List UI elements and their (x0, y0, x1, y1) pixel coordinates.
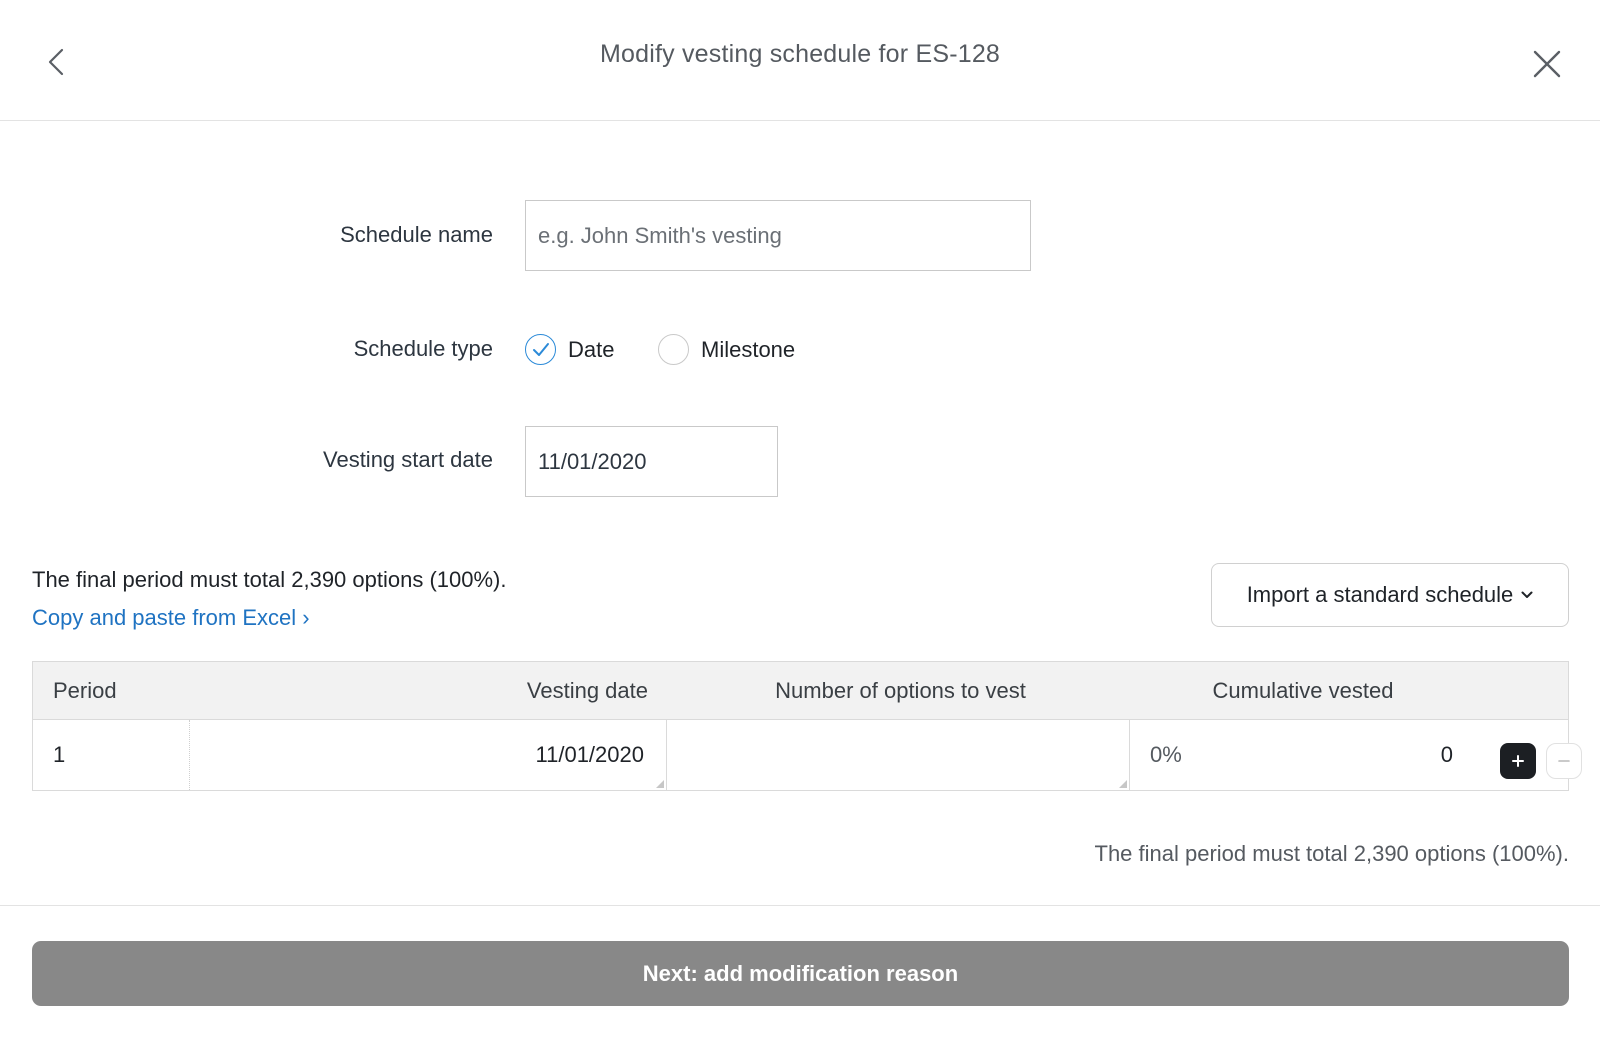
period-cell: 1 (33, 720, 190, 790)
copy-paste-excel-link[interactable]: Copy and paste from Excel › (32, 605, 310, 631)
radio-unchecked-icon (658, 334, 689, 365)
schedule-type-milestone-radio[interactable]: Milestone (658, 334, 795, 365)
vesting-date-cell[interactable]: 11/01/2020 (190, 720, 667, 790)
next-add-modification-reason-button[interactable]: Next: add modification reason (32, 941, 1569, 1006)
schedule-name-input[interactable] (525, 200, 1031, 271)
column-header-vesting-date: Vesting date (526, 678, 648, 703)
radio-checked-icon (525, 334, 556, 365)
cumulative-percent: 0% (1150, 742, 1182, 767)
schedule-type-date-radio[interactable]: Date (525, 334, 614, 365)
schedule-type-label: Schedule type (353, 336, 493, 361)
close-icon (1533, 50, 1561, 78)
column-header-options-to-vest: Number of options to vest (775, 678, 1026, 703)
page-title: Modify vesting schedule for ES-128 (599, 40, 1001, 68)
resize-handle-icon (1119, 780, 1127, 788)
minus-icon (1558, 760, 1570, 762)
schedule-name-label: Schedule name (340, 222, 493, 247)
cumulative-count: 0 (1440, 742, 1453, 767)
footer-requirement-text: The final period must total 2,390 option… (1094, 841, 1570, 866)
plus-icon (1512, 755, 1524, 767)
close-button[interactable] (1527, 44, 1567, 84)
add-row-button[interactable] (1500, 743, 1536, 779)
remove-row-button[interactable] (1546, 743, 1582, 779)
import-standard-schedule-button[interactable]: Import a standard schedule (1211, 563, 1569, 627)
vesting-schedule-table: Period Vesting date Number of options to… (32, 661, 1582, 791)
column-header-cumulative-vested: Cumulative vested (1212, 678, 1394, 703)
column-header-period: Period (53, 678, 117, 703)
table-header: Period Vesting date Number of options to… (33, 662, 1568, 720)
radio-label-milestone: Milestone (701, 336, 796, 362)
chevron-down-icon (1521, 591, 1533, 599)
options-to-vest-input[interactable] (667, 721, 1129, 789)
import-button-label: Import a standard schedule (1246, 582, 1514, 607)
options-to-vest-cell (667, 720, 1130, 790)
footer-divider (0, 905, 1600, 906)
vesting-start-date-input[interactable] (525, 426, 778, 497)
vesting-date-value: 11/01/2020 (535, 742, 644, 767)
table-row: 1 11/01/2020 0% 0 (33, 720, 1582, 790)
resize-handle-icon (656, 780, 664, 788)
modal-header: Modify vesting schedule for ES-128 (0, 0, 1600, 121)
radio-label-date: Date (568, 336, 615, 362)
requirement-text: The final period must total 2,390 option… (32, 567, 507, 592)
vesting-start-date-label: Vesting start date (323, 447, 493, 472)
